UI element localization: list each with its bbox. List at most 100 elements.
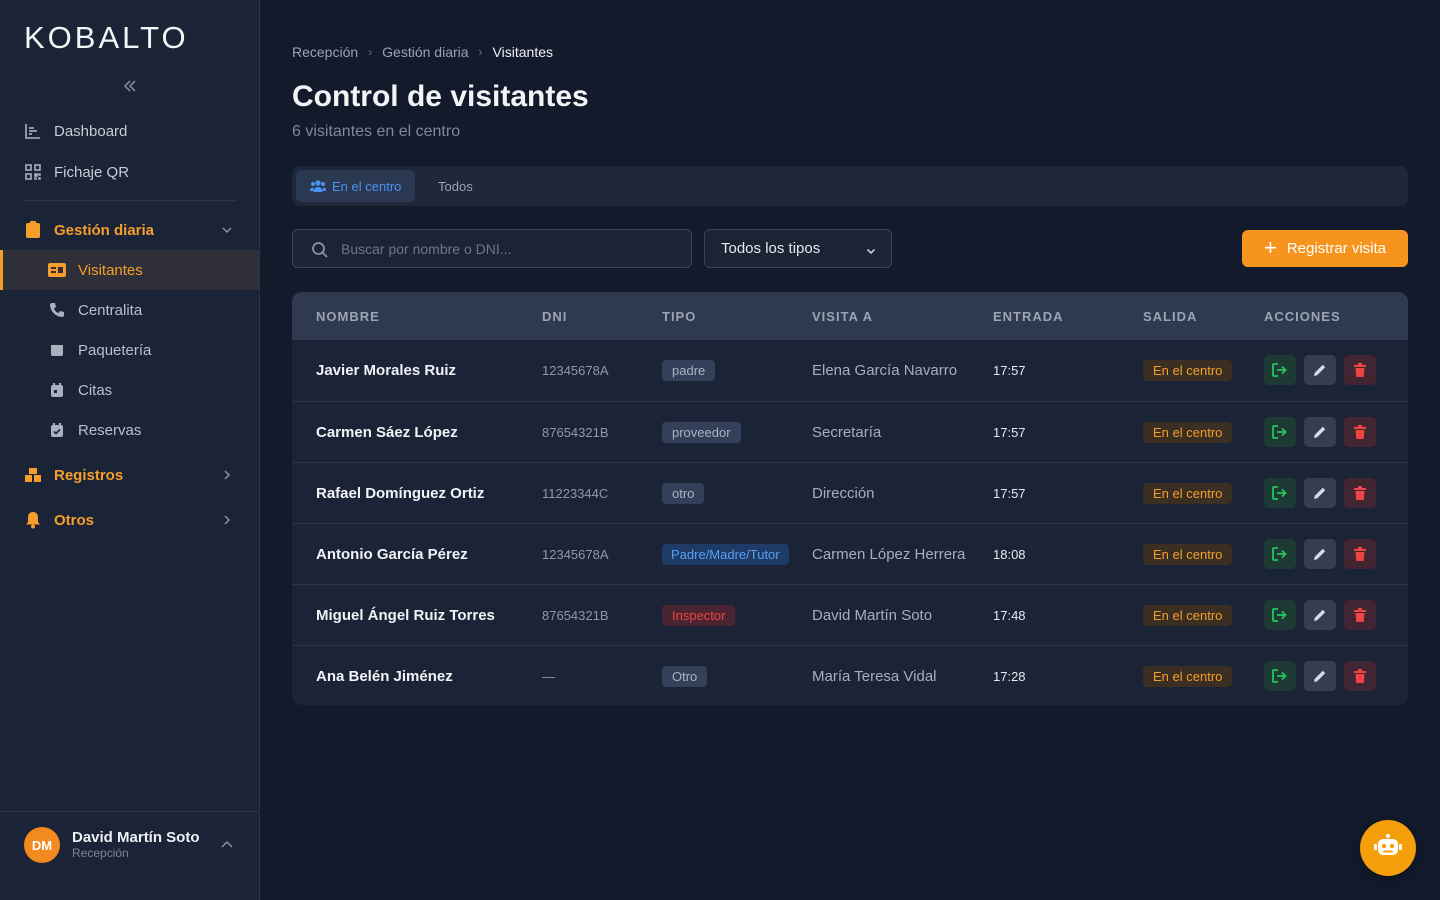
visitor-type-badge: Padre/Madre/Tutor [662, 543, 789, 565]
search-box [292, 229, 692, 268]
column-header[interactable]: TIPO [662, 309, 696, 324]
row-actions [1264, 402, 1376, 462]
nav-item-centralita[interactable]: Centralita [0, 290, 259, 330]
exit-cell: En el centro [1143, 402, 1233, 462]
sidebar: KOBALTO Dashboard Fichaje QR Gestión dia… [0, 0, 260, 900]
bell-icon [24, 511, 42, 529]
search-input[interactable] [341, 230, 681, 267]
sign-out-icon [1272, 608, 1288, 622]
collapse-sidebar-icon[interactable] [120, 76, 140, 96]
visitor-type-cell: Otro [662, 646, 708, 705]
checkout-button[interactable] [1264, 539, 1296, 569]
visitor-type-cell: proveedor [662, 402, 741, 462]
breadcrumb-item[interactable]: Recepción [292, 44, 358, 60]
tab-label: Todos [438, 178, 473, 194]
nav-group-gestion-diaria[interactable]: Gestión diaria [0, 210, 259, 250]
sign-out-icon [1272, 486, 1288, 500]
visitor-dni: 87654321B [542, 607, 609, 623]
assistant-bot-button[interactable] [1360, 820, 1416, 876]
checkout-button[interactable] [1264, 600, 1296, 630]
status-badge: En el centro [1143, 604, 1233, 626]
exit-cell: En el centro [1143, 524, 1233, 584]
visitor-name: Carmen Sáez López [316, 423, 458, 441]
chart-icon [24, 122, 42, 140]
phone-icon [48, 301, 66, 319]
checkout-button[interactable] [1264, 355, 1296, 385]
sign-out-icon [1272, 425, 1288, 439]
exit-cell: En el centro [1143, 585, 1233, 645]
edit-button[interactable] [1304, 355, 1336, 385]
row-actions [1264, 340, 1376, 400]
user-profile[interactable]: DM David Martín Soto Recepción [0, 811, 259, 900]
delete-button[interactable] [1344, 417, 1376, 447]
register-visit-button[interactable]: + Registrar visita [1242, 230, 1408, 267]
nav-item-dashboard[interactable]: Dashboard [0, 111, 259, 151]
checkout-button[interactable] [1264, 661, 1296, 691]
table-row[interactable]: Rafael Domínguez Ortiz 11223344C otro Direc… [292, 462, 1408, 523]
nav-item-paqueteria[interactable]: Paquetería [0, 330, 259, 370]
column-header[interactable]: ENTRADA [993, 309, 1064, 324]
tab-en-el-centro[interactable]: En el centro [296, 170, 416, 202]
nav-group-otros[interactable]: Otros [0, 500, 259, 540]
nav-item-label: Dashboard [54, 122, 128, 140]
breadcrumb-item[interactable]: Gestión diaria [382, 44, 468, 60]
visiting-person: Secretaría [812, 423, 882, 441]
checkout-button[interactable] [1264, 417, 1296, 447]
nav-item-citas[interactable]: Citas [0, 370, 259, 410]
table-row[interactable]: Miguel Ángel Ruiz Torres 87654321B Inspect… [292, 584, 1408, 645]
tab-todos[interactable]: Todos [424, 170, 487, 202]
calendar-check-icon [48, 421, 66, 439]
table-row[interactable]: Ana Belén Jiménez — Otro María Teresa Vidal… [292, 645, 1408, 705]
visitor-type-cell: padre [662, 340, 716, 400]
chevron-right-icon [221, 513, 233, 525]
table-row[interactable]: Javier Morales Ruiz 12345678A padre Elena G… [292, 340, 1408, 401]
column-header[interactable]: NOMBRE [316, 309, 380, 324]
exit-cell: En el centro [1143, 463, 1233, 523]
edit-button[interactable] [1304, 478, 1336, 508]
visiting-person: Elena García Navarro [812, 361, 958, 379]
table-row[interactable]: Carmen Sáez López 87654321B proveedor Secre… [292, 401, 1408, 462]
nav-group-registros[interactable]: Registros [0, 455, 259, 495]
delete-button[interactable] [1344, 661, 1376, 691]
clipboard-icon [24, 221, 42, 239]
column-header[interactable]: VISITA A [812, 309, 873, 324]
table-row[interactable]: Antonio García Pérez 12345678A Padre/Madre… [292, 523, 1408, 584]
chevron-down-icon [221, 223, 233, 235]
delete-button[interactable] [1344, 539, 1376, 569]
delete-button[interactable] [1344, 355, 1376, 385]
nav-item-fichaje-qr[interactable]: Fichaje QR [0, 152, 259, 192]
trash-icon [1354, 669, 1366, 683]
type-select[interactable]: Todos los tipos [704, 229, 892, 268]
visitor-name: Ana Belén Jiménez [316, 667, 453, 685]
edit-button[interactable] [1304, 417, 1336, 447]
nav-item-visitantes[interactable]: Visitantes [0, 250, 259, 290]
nav-item-reservas[interactable]: Reservas [0, 410, 259, 450]
chevron-down-icon [865, 244, 877, 256]
sign-out-icon [1272, 669, 1288, 683]
entry-time: 17:28 [993, 668, 1026, 684]
row-actions [1264, 585, 1376, 645]
trash-icon [1354, 608, 1366, 622]
nav-item-label: Paquetería [78, 341, 152, 359]
nav-group-label: Gestión diaria [54, 221, 155, 239]
visitor-dni: 87654321B [542, 424, 609, 440]
delete-button[interactable] [1344, 600, 1376, 630]
edit-button[interactable] [1304, 539, 1336, 569]
visitor-type-badge: padre [662, 359, 716, 381]
column-header[interactable]: SALIDA [1143, 309, 1197, 324]
page-title: Control de visitantes [292, 80, 589, 113]
pencil-icon [1313, 425, 1327, 439]
nav-group-label: Otros [54, 511, 95, 529]
edit-button[interactable] [1304, 661, 1336, 691]
status-badge: En el centro [1143, 543, 1233, 565]
visitor-type-cell: Inspector [662, 585, 736, 645]
exit-cell: En el centro [1143, 340, 1233, 400]
checkout-button[interactable] [1264, 478, 1296, 508]
visitor-name: Miguel Ángel Ruiz Torres [316, 606, 495, 624]
delete-button[interactable] [1344, 478, 1376, 508]
edit-button[interactable] [1304, 600, 1336, 630]
register-visit-label: Registrar visita [1286, 240, 1387, 257]
page-subtitle: 6 visitantes en el centro [292, 123, 461, 140]
row-actions [1264, 463, 1376, 523]
column-header[interactable]: DNI [542, 309, 567, 324]
